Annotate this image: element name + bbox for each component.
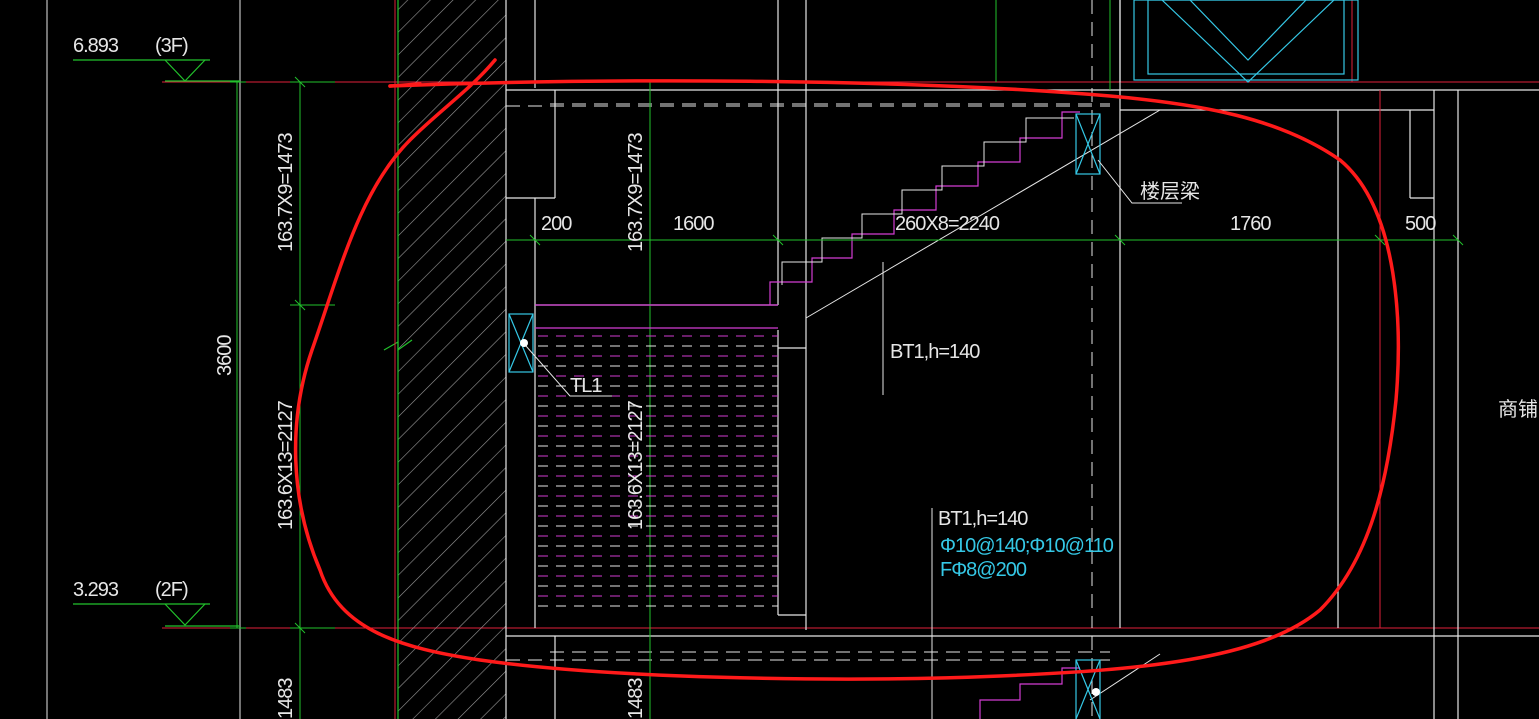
label-bt1-a: BT1,h=140 — [890, 341, 980, 363]
label-rebar-dist: FΦ8@200 — [940, 559, 1027, 581]
dashed-lines — [506, 0, 1110, 719]
dim-plan-1600: 1600 — [673, 213, 714, 235]
green-guides — [649, 0, 1111, 719]
level-name-3f: (3F) — [155, 35, 188, 57]
level-elevation-2f: 3.293 — [73, 579, 119, 601]
door-symbol — [1133, 0, 1359, 83]
plan-walls — [506, 0, 1539, 719]
dim-plan-1760: 1760 — [1230, 213, 1271, 235]
label-rebar-main: Φ10@140;Φ10@110 — [940, 535, 1114, 557]
level-marker-2f: 3.293 (2F) — [73, 579, 240, 627]
dim-upper-flight: 163.7X9=1473 — [275, 132, 297, 252]
level-marker-3f: 6.893 (3F) — [73, 35, 240, 82]
axis-lines — [394, 0, 1381, 719]
dim-plan-treads: 260X8=2240 — [895, 213, 1000, 235]
level-elevation-3f: 6.893 — [73, 35, 119, 57]
label-tl1: TL1 — [570, 375, 602, 397]
slab-diagonals — [805, 109, 1161, 701]
elevation-column: 6.893 (3F) 3.293 (2F) 3600 163.7X9=1473 … — [46, 0, 1539, 719]
dim-inner-upper-flight: 163.7X9=1473 — [625, 132, 647, 252]
dim-floor-height: 3600 — [214, 335, 236, 376]
cad-drawing-canvas[interactable]: 6.893 (3F) 3.293 (2F) 3600 163.7X9=1473 … — [0, 0, 1539, 719]
lower-point — [1092, 688, 1100, 696]
label-bt1-b: BT1,h=140 — [938, 508, 1028, 530]
dim-lower-flight: 163.6X13=2127 — [275, 400, 297, 530]
dim-plan-500: 500 — [1405, 213, 1436, 235]
label-shop: 商铺 — [1498, 397, 1538, 421]
beam-section-floor — [1075, 113, 1101, 175]
level-name-2f: (2F) — [155, 579, 188, 601]
dim-plan-200: 200 — [541, 213, 572, 235]
dim-bottom-left: 1483 — [275, 678, 297, 719]
tl1-point — [520, 339, 528, 347]
dim-bottom-mid: 1483 — [625, 678, 647, 719]
label-floor-beam: 楼层梁 — [1140, 179, 1200, 203]
dim-inner-lower-flight: 163.6X13=2127 — [625, 400, 647, 530]
